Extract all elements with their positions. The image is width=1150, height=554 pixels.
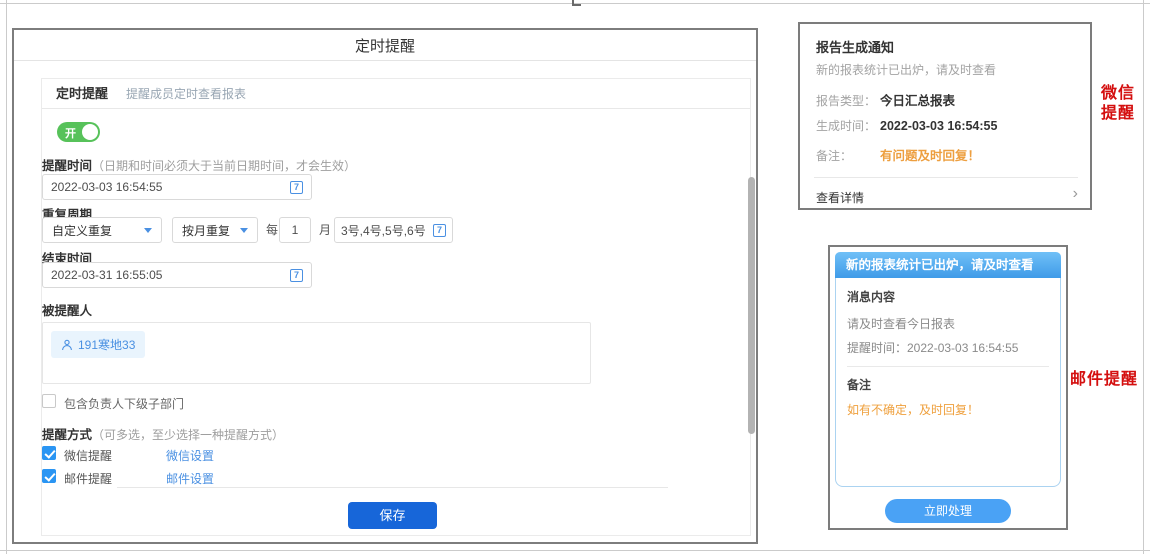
- save-button[interactable]: 保存: [348, 502, 437, 529]
- include-sub-checkbox[interactable]: [42, 394, 56, 408]
- email-content-label: 消息内容: [847, 288, 1049, 305]
- include-sub-label: 包含负责人下级子部门: [64, 395, 184, 412]
- vertical-scrollbar-thumb[interactable]: [748, 177, 755, 434]
- toggle-on-label: 开: [65, 125, 76, 141]
- email-remind-annotation: 邮件提醒: [1070, 370, 1138, 390]
- card-divider: [814, 177, 1078, 178]
- generate-time-label: 生成时间：: [816, 117, 880, 134]
- remind-method-hint: （可多选，至少选择一种提醒方式）: [92, 428, 284, 442]
- page-title: 定时提醒: [14, 30, 756, 61]
- remind-time-hint: （日期和时间必须大于当前日期时间，才会生效）: [92, 159, 356, 173]
- handle-now-button[interactable]: 立即处理: [885, 499, 1011, 523]
- email-body: 消息内容 请及时查看今日报表 提醒时间：2022-03-03 16:54:55 …: [835, 278, 1061, 487]
- note-label: 备注：: [816, 147, 880, 164]
- email-note-text: 如有不确定，及时回复！: [847, 401, 1049, 418]
- wechat-remind-row: 微信提醒 微信设置: [42, 446, 750, 462]
- recipients-label: 被提醒人: [42, 300, 92, 319]
- wechat-remind-annotation: 微信提醒: [1101, 84, 1137, 124]
- repeat-unit-select[interactable]: 按月重复: [172, 217, 258, 243]
- calendar-icon[interactable]: 7: [290, 181, 303, 194]
- email-remind-label: 邮件提醒: [64, 470, 112, 487]
- repeat-mode-value: 自定义重复: [52, 222, 112, 239]
- email-notification-preview: 新的报表统计已出炉，请及时查看 消息内容 请及时查看今日报表 提醒时间：2022…: [828, 245, 1068, 530]
- person-icon: [61, 339, 73, 351]
- tabs-row: 定时提醒 提醒成员定时查看报表: [42, 79, 750, 109]
- every-value-input[interactable]: 1: [279, 217, 311, 243]
- tab-scheduled-reminder[interactable]: 定时提醒: [56, 79, 108, 109]
- remind-method-label: 提醒方式（可多选，至少选择一种提醒方式）: [42, 424, 284, 443]
- wechat-row-note: 备注：有问题及时回复！: [816, 145, 980, 164]
- scheduled-reminder-panel: 定时提醒 定时提醒 提醒成员定时查看报表 开 提醒时间（日期和时间必须大于当前日…: [12, 28, 758, 544]
- email-header-bar: 新的报表统计已出炉，请及时查看: [835, 252, 1061, 278]
- email-remind-checkbox[interactable]: [42, 469, 56, 483]
- every-unit-text: 月: [319, 217, 331, 243]
- repeat-mode-select[interactable]: 自定义重复: [42, 217, 162, 243]
- reminder-form-container: 定时提醒 提醒成员定时查看报表 开 提醒时间（日期和时间必须大于当前日期时间，才…: [41, 78, 751, 536]
- wechat-row-report-type: 报告类型：今日汇总报表: [816, 90, 955, 109]
- wechat-row-generate-time: 生成时间：2022-03-03 16:54:55: [816, 117, 997, 134]
- generate-time-value: 2022-03-03 16:54:55: [880, 119, 997, 133]
- note-value: 有问题及时回复！: [880, 149, 980, 163]
- tab-remind-members-view-report[interactable]: 提醒成员定时查看报表: [126, 79, 246, 109]
- email-time-line: 提醒时间：2022-03-03 16:54:55: [847, 339, 1049, 356]
- reminder-on-toggle[interactable]: 开: [57, 122, 100, 142]
- email-note-label: 备注: [847, 376, 1049, 393]
- remind-time-label: 提醒时间（日期和时间必须大于当前日期时间，才会生效）: [42, 155, 356, 174]
- repeat-days-input[interactable]: 3号,4号,5号,6号 7: [334, 217, 453, 243]
- chevron-right-icon: ›: [1073, 185, 1078, 203]
- wechat-notice-title: 报告生成通知: [816, 37, 894, 56]
- report-type-label: 报告类型：: [816, 92, 880, 109]
- end-time-input[interactable]: 2022-03-31 16:55:05 7: [42, 262, 312, 288]
- every-value: 1: [292, 223, 299, 237]
- email-content-line: 请及时查看今日报表: [847, 315, 1049, 332]
- content-divider: [117, 487, 668, 488]
- include-sub-row: 包含负责人下级子部门: [42, 394, 750, 410]
- report-type-value: 今日汇总报表: [880, 94, 955, 108]
- recipients-picker[interactable]: 191寒地33: [42, 322, 591, 384]
- wechat-notification-preview: 报告生成通知 新的报表统计已出炉，请及时查看 报告类型：今日汇总报表 生成时间：…: [798, 22, 1092, 210]
- remind-time-value: 2022-03-03 16:54:55: [51, 180, 162, 194]
- caret-down-icon: [144, 228, 152, 233]
- caret-down-icon: [240, 228, 248, 233]
- calendar-icon[interactable]: 7: [290, 269, 303, 282]
- email-settings-link[interactable]: 邮件设置: [166, 470, 214, 487]
- page-frame-right-line: [1143, 0, 1144, 554]
- email-divider: [847, 366, 1049, 367]
- repeat-days-value: 3号,4号,5号,6号: [341, 222, 426, 239]
- wechat-remind-checkbox[interactable]: [42, 446, 56, 460]
- remind-time-input[interactable]: 2022-03-03 16:54:55 7: [42, 174, 312, 200]
- page-frame-left-line: [6, 0, 7, 554]
- calendar-icon[interactable]: 7: [433, 224, 446, 237]
- toggle-knob: [82, 124, 98, 140]
- end-time-value: 2022-03-31 16:55:05: [51, 268, 162, 282]
- wechat-settings-link[interactable]: 微信设置: [166, 447, 214, 464]
- email-remind-row: 邮件提醒 邮件设置: [42, 469, 750, 485]
- cropped-text-fragment: [574, 4, 581, 6]
- repeat-unit-value: 按月重复: [182, 222, 230, 239]
- member-name: 191寒地33: [78, 336, 135, 353]
- member-tag[interactable]: 191寒地33: [51, 331, 145, 358]
- page-frame-bottom-line: [0, 550, 1150, 551]
- wechat-notice-subtitle: 新的报表统计已出炉，请及时查看: [816, 61, 996, 78]
- wechat-remind-label: 微信提醒: [64, 447, 112, 464]
- every-prefix-text: 每: [266, 217, 278, 243]
- view-details-link[interactable]: 查看详情: [816, 189, 864, 206]
